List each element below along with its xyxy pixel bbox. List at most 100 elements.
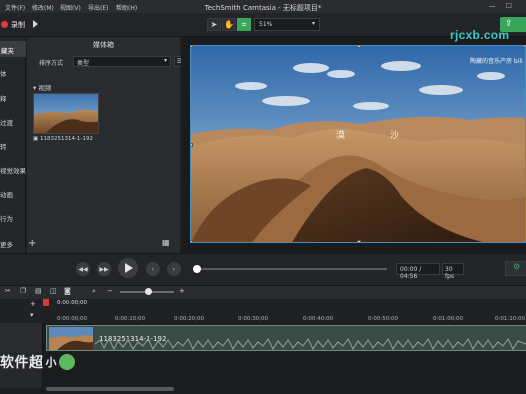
zoom-out-icon[interactable]: − <box>107 287 113 295</box>
panel-title: 媒体箱 <box>93 41 114 49</box>
watermark-small-text: 小 <box>45 356 57 369</box>
resize-handle[interactable] <box>191 46 193 48</box>
resize-handle[interactable] <box>357 46 361 48</box>
media-thumbnail[interactable] <box>33 93 99 134</box>
record-icon <box>1 21 8 28</box>
chevron-down-icon: ▾ <box>311 20 315 27</box>
sidebar-item-more[interactable]: 更多 <box>0 239 26 249</box>
media-caption: ▣ 1183251314-1-192 <box>33 136 93 142</box>
record-dropdown-icon[interactable] <box>33 20 38 28</box>
audio-waveform <box>95 337 526 351</box>
record-button[interactable]: 录制 <box>0 18 30 31</box>
clip-thumbnail <box>49 327 93 350</box>
sidebar-item-visual-effects[interactable]: 转 <box>0 141 26 151</box>
tick-label: 0:01:10;00 <box>495 316 526 322</box>
footer-watermark: 软件超 小 <box>0 352 75 372</box>
timeline-scrollbar[interactable] <box>46 387 174 391</box>
preview-canvas[interactable] <box>190 45 526 243</box>
sidebar-item-transitions[interactable]: 过渡 <box>0 117 26 127</box>
tick-label: 0:00:30;00 <box>238 316 269 322</box>
canvas-title-left: 漠 <box>336 131 346 141</box>
next-button[interactable]: › <box>167 262 181 276</box>
sidebar-item-media[interactable]: 体 <box>0 68 26 78</box>
previous-button[interactable]: ‹ <box>146 262 160 276</box>
prev-frame-icon: ▶▶ <box>99 265 109 273</box>
gear-icon: ⚙ <box>513 262 521 271</box>
chevron-left-icon: ‹ <box>151 265 155 273</box>
sort-select[interactable]: 类型 ▾ <box>73 56 171 67</box>
copy-icon[interactable]: ❐ <box>20 287 26 295</box>
record-label: 录制 <box>11 20 25 29</box>
step-back-icon: ◀◀ <box>78 265 88 273</box>
desert-thumbnail-image <box>34 94 98 133</box>
section-header-video[interactable]: ▾ 视频 <box>33 82 51 92</box>
scrubber-handle[interactable] <box>193 265 201 273</box>
sort-label: 排序方式 <box>39 60 64 67</box>
prev-frame-button[interactable]: ▶▶ <box>97 262 111 276</box>
track-header[interactable] <box>0 323 43 353</box>
window-controls: — ☐ <box>489 2 512 10</box>
cup-icon <box>59 354 75 370</box>
clip-thumbnail-image <box>49 327 93 350</box>
menu-bar: 文件(F) 修改(M) 视图(V) 导出(E) 帮助(H) TechSmith … <box>0 0 526 13</box>
tick-label: 0:00:10;00 <box>115 316 146 322</box>
tools-sidebar: 藏夹 体 释 过渡 转 视觉效果 动画 行为 更多 <box>0 37 26 253</box>
crop-icon: ⌗ <box>241 19 247 29</box>
sidebar-item-favorites[interactable]: 藏夹 <box>0 41 26 57</box>
collapse-icon[interactable]: ▾ <box>30 311 34 319</box>
add-track-icon[interactable]: + <box>30 300 36 308</box>
resize-handle[interactable] <box>357 240 361 242</box>
tick-label: 0:00:50;00 <box>368 316 399 322</box>
sidebar-item-behaviors[interactable]: 行为 <box>0 213 26 223</box>
sidebar-item-annotations[interactable]: 释 <box>0 93 26 103</box>
tick-label: 0:00:20;00 <box>174 316 205 322</box>
paste-icon[interactable]: ▤ <box>35 287 42 295</box>
playback-scrubber[interactable] <box>197 268 387 270</box>
play-button[interactable] <box>118 258 138 278</box>
zoom-in-icon[interactable]: + <box>179 287 185 295</box>
canvas-tool-group: ➤ ✋ ⌗ <box>207 18 251 31</box>
add-media-button[interactable]: + <box>28 238 36 249</box>
desert-video-frame <box>191 46 525 242</box>
main-toolbar: 录制 ➤ ✋ ⌗ 51% ▾ ⇪ <box>0 13 526 37</box>
chevron-right-icon: › <box>172 265 176 273</box>
section-label: 视频 <box>38 84 52 92</box>
playhead-time: 0:00:00;00 <box>57 300 88 306</box>
zoom-value: 51% <box>259 21 273 28</box>
sidebar-item-animations[interactable]: 动画 <box>0 189 26 199</box>
fps-readout[interactable]: 30 fps <box>442 263 464 280</box>
zoom-select[interactable]: 51% ▾ <box>254 18 320 31</box>
tick-label: 0:01:00;00 <box>433 316 464 322</box>
time-readout: 00:00 / 04:56 <box>396 263 440 280</box>
camera-icon[interactable]: ◙ <box>64 287 71 295</box>
crop-tool-button[interactable]: ⌗ <box>237 18 251 31</box>
window-title: TechSmith Camtasia - 无标题项目* <box>204 4 322 12</box>
resize-handle[interactable] <box>191 240 193 242</box>
site-watermark: rjcxb.com <box>450 28 510 42</box>
playhead-marker[interactable] <box>43 299 49 306</box>
tick-label: 0:00:00;00 <box>57 316 88 322</box>
tick-label: 0:00:40;00 <box>303 316 334 322</box>
sort-value: 类型 <box>77 60 90 67</box>
chevron-down-icon: ▾ <box>163 57 167 64</box>
pan-tool-button[interactable]: ✋ <box>222 18 236 31</box>
canvas-title-right: 沙 <box>390 131 400 141</box>
pointer-tool-button[interactable]: ➤ <box>207 18 221 31</box>
search-icon[interactable]: ⌕ <box>92 287 96 296</box>
properties-button[interactable]: ⚙ <box>505 261 526 276</box>
video-logo-text: 陶藏的音乐产房 bili <box>470 58 523 65</box>
grid-view-button[interactable]: ▦ <box>162 238 170 247</box>
sidebar-item-transform[interactable]: 视觉效果 <box>0 165 26 175</box>
split-icon[interactable]: ◫ <box>50 287 57 295</box>
step-back-button[interactable]: ◀◀ <box>76 262 90 276</box>
maximize-button[interactable]: ☐ <box>506 2 512 10</box>
pointer-icon: ➤ <box>210 20 218 29</box>
media-name: 1183251314-1-192 <box>39 136 93 142</box>
play-icon <box>125 263 133 273</box>
minimize-button[interactable]: — <box>489 2 496 10</box>
resize-handle[interactable] <box>191 143 193 147</box>
hand-icon: ✋ <box>224 20 234 29</box>
zoom-slider-handle[interactable] <box>145 288 152 295</box>
watermark-text: 软件超 <box>0 355 44 371</box>
cut-icon[interactable]: ✂ <box>5 287 11 295</box>
